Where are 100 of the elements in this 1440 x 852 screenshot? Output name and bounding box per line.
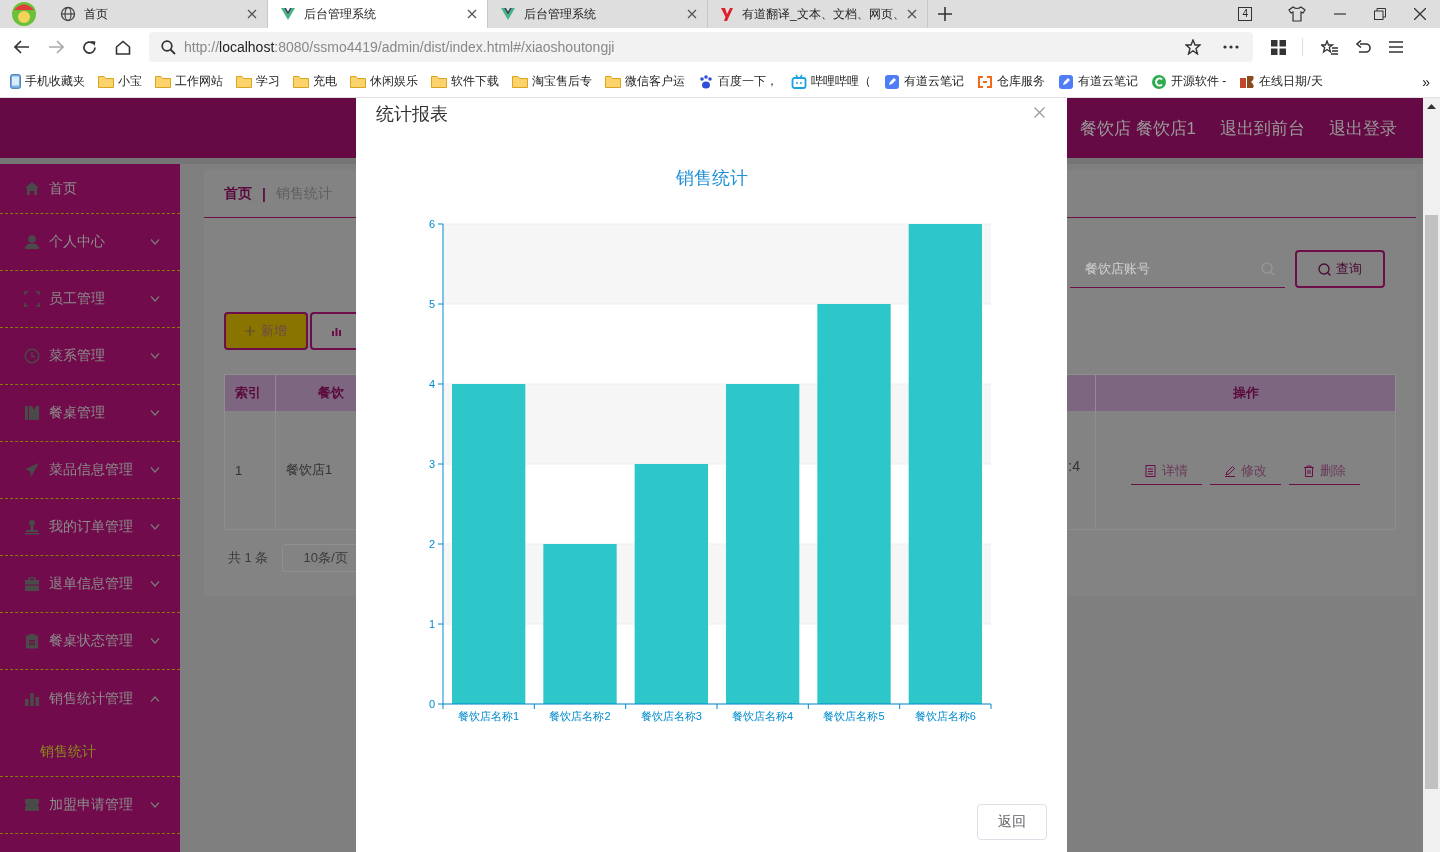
close-icon[interactable] (687, 9, 697, 19)
header-link[interactable]: 退出到前台 (1220, 116, 1305, 140)
user-icon (24, 234, 40, 250)
bar-chart-icon (332, 326, 341, 336)
document-icon (1145, 464, 1157, 477)
bookmark[interactable]: 工作网站 (155, 73, 223, 90)
frame-icon (24, 291, 40, 307)
search-icon (161, 39, 176, 55)
folder-icon (605, 75, 621, 88)
breadcrumb-separator: | (262, 185, 266, 202)
folder-icon (512, 75, 528, 88)
overflow-button[interactable]: » (1422, 73, 1430, 90)
scrollbar[interactable] (1423, 98, 1440, 852)
bracket-icon (977, 73, 993, 90)
star-list-icon[interactable] (1321, 39, 1338, 55)
shirt-icon[interactable] (1288, 6, 1306, 22)
trash-icon (1303, 464, 1315, 477)
bookmark[interactable]: 仓库服务 (977, 73, 1045, 90)
bookmark[interactable]: 开源软件 - (1151, 73, 1227, 90)
close-icon[interactable] (907, 9, 917, 19)
folder-icon (236, 75, 252, 88)
address-field[interactable]: http://localhost:8080/ssmo4419/admin/dist/index.html#/xiaoshoutongji (149, 32, 1253, 62)
v-logo-icon (500, 6, 516, 22)
close-icon[interactable] (1414, 8, 1426, 20)
avatar-icon (11, 1, 37, 27)
folder-icon (431, 75, 447, 88)
axis-label: 1 (428, 618, 435, 630)
star-icon[interactable] (1185, 39, 1201, 55)
note-icon (884, 73, 900, 90)
back-button[interactable]: 返回 (977, 804, 1047, 840)
axis-label: 餐饮店名称2 (549, 710, 611, 722)
restore-icon[interactable] (1374, 8, 1386, 20)
user-label: 餐饮店 餐饮店1 (1079, 117, 1196, 140)
sidebar-item[interactable]: 首页 (0, 164, 180, 214)
more-icon[interactable] (1223, 45, 1239, 49)
axis-label: 6 (428, 218, 435, 230)
bookmark[interactable]: 在线日期/天 (1239, 73, 1323, 90)
block-icon (1239, 73, 1256, 90)
up-arrow-icon[interactable] (1427, 104, 1436, 109)
home-icon (24, 180, 40, 197)
briefcase-icon (24, 576, 40, 592)
sidebar-item[interactable]: 加盟申请管理 (0, 777, 180, 834)
breadcrumb-item[interactable]: 首页 (224, 184, 252, 203)
undo-icon[interactable] (1356, 40, 1371, 54)
search-field[interactable]: 餐饮店账号 (1070, 250, 1285, 288)
bookmark[interactable]: 小宝 (98, 73, 142, 90)
bookmark[interactable]: 休闲娱乐 (350, 73, 418, 90)
axis-label: 2 (428, 538, 435, 550)
bookmark[interactable]: 微信客户运 (605, 73, 685, 90)
bookmark[interactable]: 哔哩哔哩（ (791, 73, 871, 90)
close-icon[interactable] (247, 9, 257, 19)
stamp-icon (24, 519, 40, 535)
folder-icon (350, 75, 366, 88)
table-cell-text: :4 (1067, 457, 1081, 476)
plus-icon[interactable] (938, 7, 952, 21)
clipboard-icon (24, 633, 40, 649)
bar-chart-icon (24, 690, 40, 707)
bookmark[interactable]: 充电 (293, 73, 337, 90)
globe-icon (60, 6, 76, 22)
y-mark-icon (720, 6, 734, 22)
browser-tab[interactable]: 后台管理系统 (268, 0, 488, 28)
search-icon (1318, 262, 1331, 276)
back-arrow-icon[interactable] (14, 40, 30, 54)
bookmark[interactable]: 百度一下， (698, 73, 778, 90)
axis-label: 餐饮店名称6 (914, 710, 976, 722)
bookmark[interactable]: 淘宝售后专 (512, 73, 592, 90)
axis-label: 0 (428, 698, 435, 710)
grid-icon[interactable] (1271, 39, 1286, 55)
book-icon (24, 405, 40, 421)
column-header: 操作 (1095, 375, 1395, 411)
folder-icon (155, 75, 171, 88)
bookmark[interactable]: 学习 (236, 73, 280, 90)
plus-icon (245, 326, 255, 336)
phone-icon (10, 74, 21, 89)
bookmark[interactable]: 手机收藏夹 (10, 73, 85, 90)
bookmark[interactable]: 有道云笔记 (884, 73, 964, 90)
table-cell: 1 (225, 411, 276, 529)
bookmark[interactable]: 有道云笔记 (1058, 73, 1138, 90)
scroll-thumb[interactable] (1425, 215, 1438, 789)
paper-plane-icon (24, 462, 40, 478)
search-button[interactable]: 查询 (1295, 250, 1385, 288)
reload-icon[interactable] (82, 39, 97, 55)
axis-label: 餐饮店名称1 (458, 710, 520, 722)
bookmark[interactable]: 软件下载 (431, 73, 499, 90)
sidebar-item[interactable]: 餐桌状态管理 (0, 613, 180, 670)
axis-label: 餐饮店名称3 (640, 710, 702, 722)
ticket-icon (24, 797, 40, 813)
close-icon[interactable] (467, 9, 477, 19)
sidebar-item[interactable]: 餐桌管理 (0, 385, 180, 442)
sidebar-item[interactable]: 菜品信息管理 (0, 442, 180, 499)
home-icon[interactable] (115, 39, 131, 55)
axis-label: 餐饮店名称5 (823, 710, 885, 722)
header-link[interactable]: 退出登录 (1329, 116, 1397, 140)
note-icon (1058, 73, 1074, 90)
menu-icon[interactable] (1389, 41, 1403, 53)
tab-count[interactable]: 4 (1238, 7, 1252, 21)
v-logo-icon (280, 6, 296, 22)
sidebar-item[interactable]: 菜系管理 (0, 328, 180, 385)
ring-icon (1151, 73, 1167, 90)
sidebar-item[interactable]: 退单信息管理 (0, 556, 180, 613)
